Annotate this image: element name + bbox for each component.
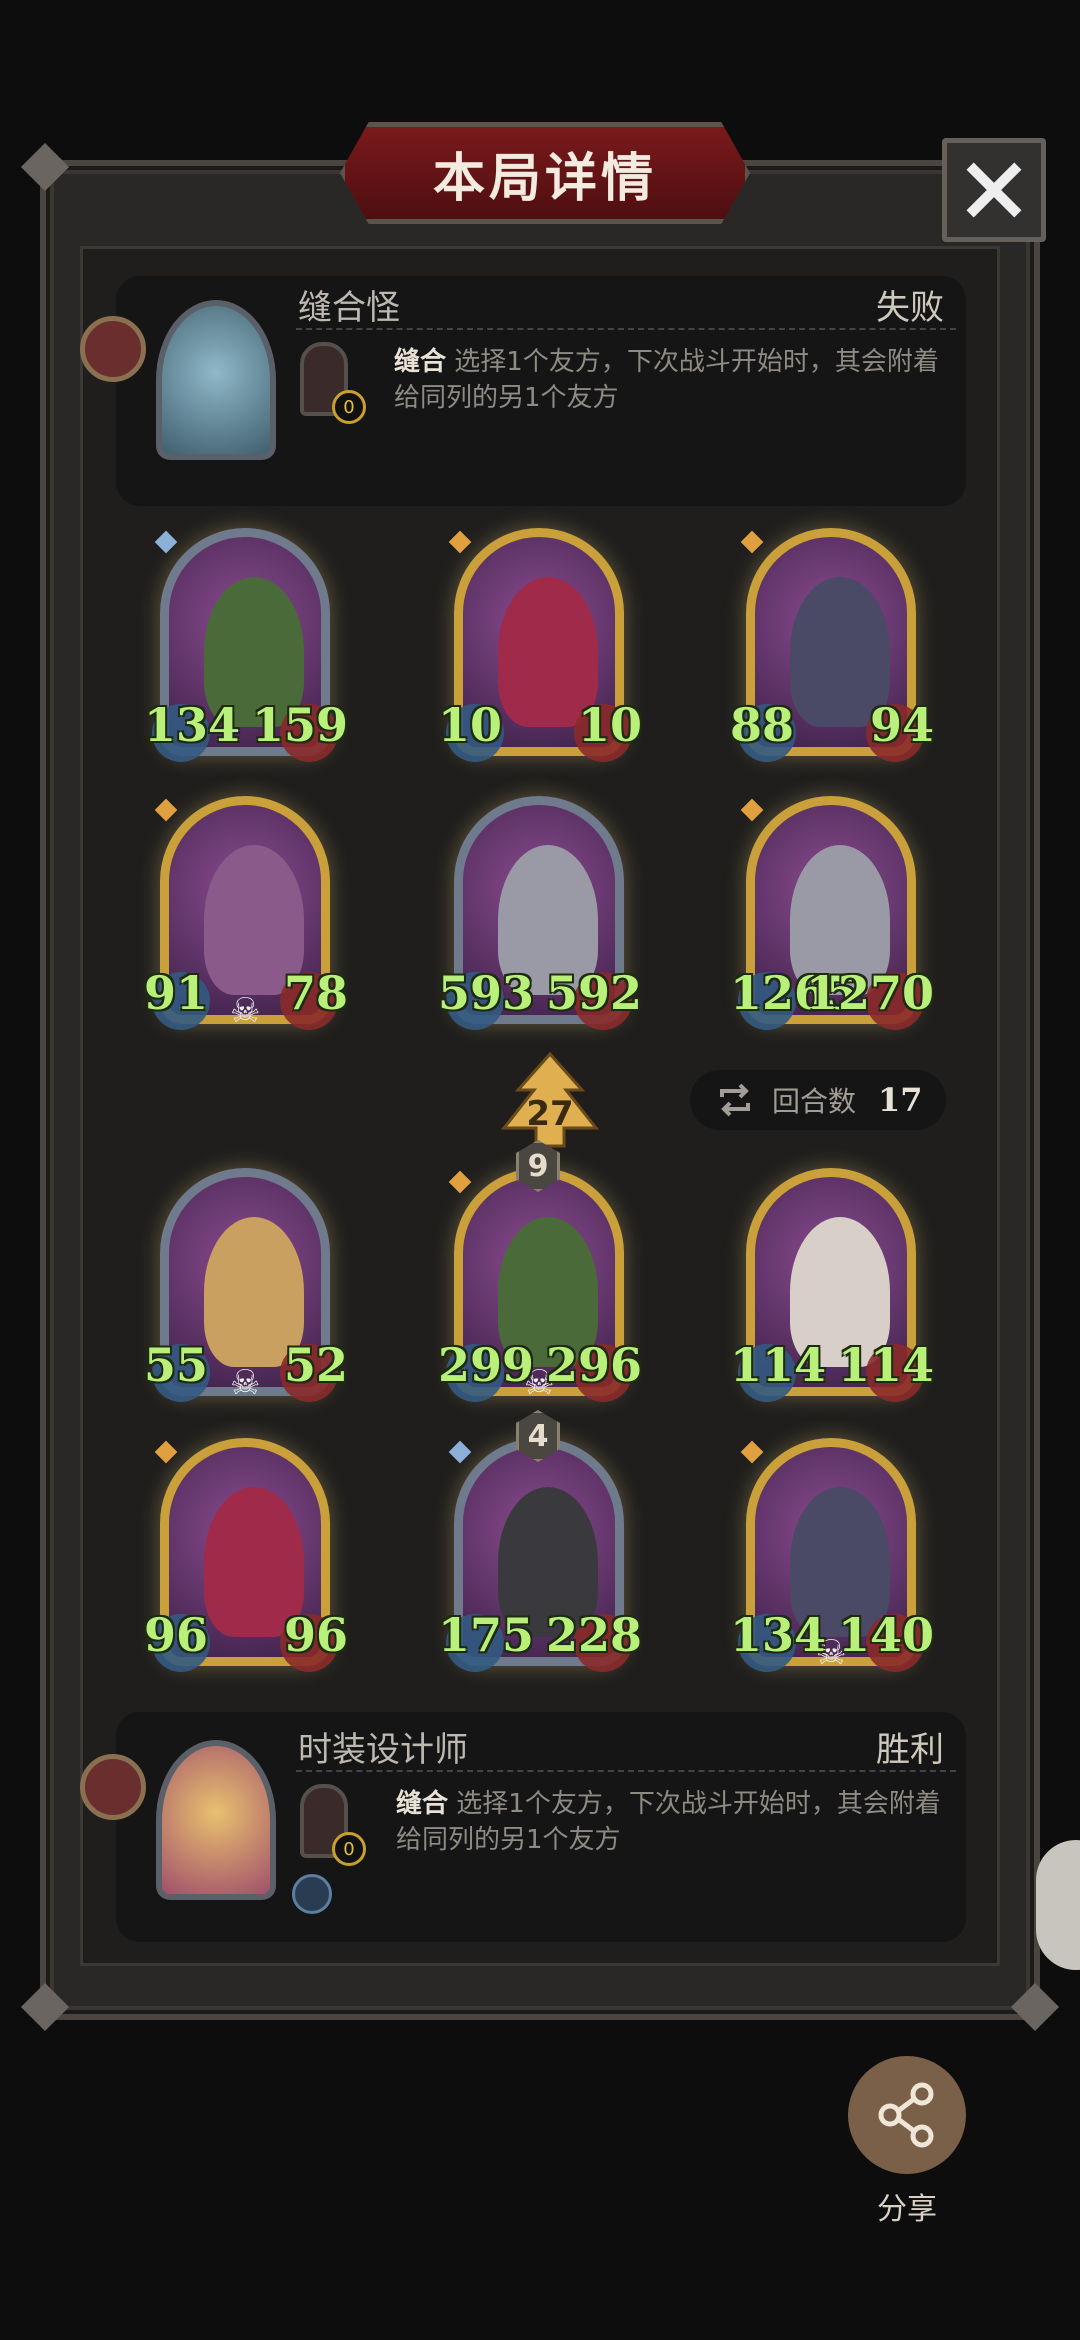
unit-attack: 10	[438, 698, 503, 752]
player-unit-4[interactable]: 96 96	[144, 1438, 348, 1678]
opponent-unit-6[interactable]: 1265 1270	[730, 796, 934, 1036]
round-value: 17	[878, 1081, 923, 1119]
unit-health: 94	[869, 698, 934, 752]
player-result: 胜利	[876, 1730, 944, 1770]
divider	[296, 1770, 956, 1772]
player-unit-6[interactable]: ☠ 134 140	[730, 1438, 934, 1678]
unit-attack: 91	[144, 966, 209, 1020]
unit-attack: 134	[144, 698, 241, 752]
pocket-watch-icon	[80, 1754, 146, 1820]
unit-health: 96	[283, 1608, 348, 1662]
pocket-watch-icon	[80, 316, 146, 382]
unit-health: 140	[837, 1608, 934, 1662]
opponent-unit-2[interactable]: 10 10	[438, 528, 642, 768]
unit-health: 592	[545, 966, 642, 1020]
skull-icon: ☠	[230, 1363, 261, 1403]
unit-attack: 175	[438, 1608, 535, 1662]
unit-health: 78	[283, 966, 348, 1020]
side-drawer-tab[interactable]	[1036, 1840, 1080, 1970]
player-avatar[interactable]	[156, 1740, 276, 1900]
player-unit-2[interactable]: 9 ☠ 299 296	[438, 1140, 642, 1408]
opponent-name: 缝合怪	[298, 288, 400, 328]
opponent-avatar[interactable]	[156, 300, 276, 460]
player-name: 时装设计师	[298, 1730, 468, 1770]
unit-attack: 134	[730, 1608, 827, 1662]
opponent-unit-3[interactable]: 88 94	[730, 528, 934, 768]
skill-name: 缝合	[396, 1789, 449, 1819]
unit-health: 114	[837, 1338, 934, 1392]
opponent-skill-desc: 缝合 选择1个友方，下次战斗开始时，其会附着给同列的另1个友方	[394, 344, 954, 416]
close-icon	[966, 162, 1022, 218]
share-icon	[878, 2082, 934, 2148]
skill-count-badge: 0	[332, 1832, 366, 1866]
unit-attack: 88	[730, 698, 795, 752]
unit-health: 159	[251, 698, 348, 752]
opponent-unit-5[interactable]: 593 592	[438, 796, 642, 1036]
attack-count: 27	[526, 1094, 574, 1134]
unit-health: 228	[545, 1608, 642, 1662]
opponent-result: 失败	[876, 288, 944, 328]
opponent-unit-4[interactable]: ☠ 91 78	[144, 796, 348, 1036]
divider	[296, 328, 956, 330]
player-unit-1[interactable]: ☠ 55 52	[144, 1168, 348, 1408]
round-counter: 回合数 17	[690, 1070, 946, 1130]
player-skill-desc: 缝合 选择1个友方，下次战斗开始时，其会附着给同列的另1个友方	[396, 1786, 956, 1858]
unit-attack: 114	[730, 1338, 827, 1392]
unit-attack: 299	[438, 1338, 535, 1392]
skill-text: 选择1个友方，下次战斗开始时，其会附着给同列的另1个友方	[396, 1789, 941, 1855]
unit-attack: 96	[144, 1608, 209, 1662]
share-label: 分享	[877, 2192, 937, 2227]
dialog-title: 本局详情	[432, 148, 657, 209]
unit-health: 10	[577, 698, 642, 752]
unit-health: 296	[545, 1338, 642, 1392]
unit-attack: 55	[144, 1338, 209, 1392]
share-button[interactable]	[848, 2056, 966, 2174]
skill-count-badge: 0	[332, 390, 366, 424]
dialog-title-plate: 本局详情	[340, 122, 750, 224]
skull-icon: ☠	[230, 991, 261, 1031]
unit-health: 52	[283, 1338, 348, 1392]
shield-icon	[292, 1874, 332, 1914]
round-label: 回合数	[772, 1085, 857, 1118]
unit-attack: 593	[438, 966, 535, 1020]
close-button[interactable]	[942, 138, 1046, 242]
skill-text: 选择1个友方，下次战斗开始时，其会附着给同列的另1个友方	[394, 347, 939, 413]
opponent-unit-1[interactable]: 134 159	[144, 528, 348, 768]
skill-name: 缝合	[394, 347, 447, 377]
repeat-icon	[720, 1083, 750, 1117]
unit-health: 1270	[805, 966, 934, 1020]
player-unit-3[interactable]: 114 114	[730, 1168, 934, 1408]
player-unit-5[interactable]: 4 175 228	[438, 1410, 642, 1678]
attack-indicator: 27	[500, 1051, 600, 1148]
